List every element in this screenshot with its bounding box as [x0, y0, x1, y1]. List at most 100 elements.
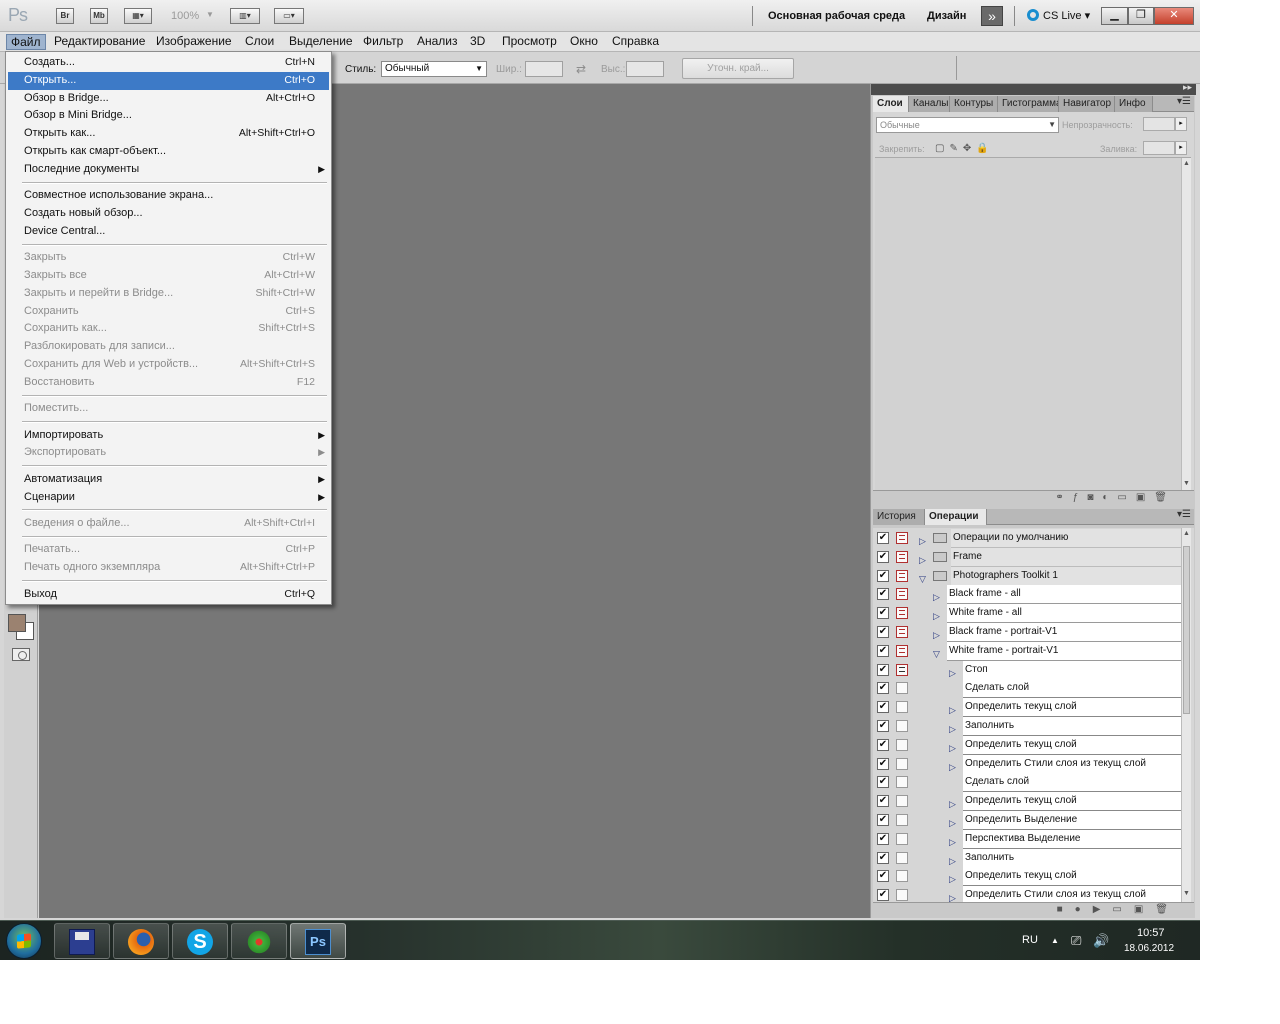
action-row[interactable]: ✔ ▷ Frame: [873, 547, 1181, 567]
tab-navigator[interactable]: Навигатор: [1059, 96, 1115, 112]
menu-image[interactable]: Изображение: [152, 34, 236, 50]
toggle-dialog-icon[interactable]: [896, 814, 908, 826]
tab-histogram[interactable]: Гистограмма: [998, 96, 1059, 112]
action-row[interactable]: ✔ ▷ Black frame - portrait-V1: [873, 623, 1181, 642]
toggle-item-checkbox[interactable]: ✔: [877, 870, 889, 883]
toggle-dialog-icon[interactable]: [896, 795, 908, 808]
actions-scrollbar[interactable]: ▲ ▼: [1181, 528, 1191, 902]
menu-layers[interactable]: Слои: [241, 34, 278, 50]
layers-list[interactable]: ▲ ▼: [875, 157, 1191, 492]
toggle-dialog-icon[interactable]: [896, 569, 908, 582]
menu-file[interactable]: Файл: [6, 34, 46, 50]
scroll-up-icon[interactable]: ▲: [1182, 530, 1191, 540]
menu-analysis[interactable]: Анализ: [413, 34, 462, 50]
toggle-item-checkbox[interactable]: ✔: [877, 607, 889, 620]
action-row[interactable]: ✔ ▽ White frame - portrait-V1: [873, 641, 1181, 661]
toggle-dialog-icon[interactable]: [896, 889, 908, 902]
action-row[interactable]: ✔ ▷ Определить текущ слой: [873, 735, 1181, 755]
arrange-documents-icon[interactable]: ▥▾: [230, 8, 260, 24]
tab-channels[interactable]: Каналы: [909, 96, 950, 112]
clock-date[interactable]: 18.06.2012: [1124, 943, 1174, 954]
fill-arrow-icon[interactable]: ▸: [1175, 141, 1187, 155]
bridge-button[interactable]: Br: [56, 8, 74, 24]
quick-mask-icon[interactable]: [12, 648, 30, 661]
toggle-dialog-icon[interactable]: [896, 776, 908, 789]
file-menu-item[interactable]: Открыть как... Alt+Shift+Ctrl+O: [8, 125, 329, 143]
fill-input[interactable]: [1143, 141, 1175, 155]
action-row[interactable]: ✔ ▷ Определить текущ слой: [873, 792, 1181, 812]
action-row[interactable]: ✔ ▷ Определить Выделение: [873, 811, 1181, 830]
restore-button[interactable]: ❐: [1128, 7, 1154, 25]
close-button[interactable]: ✕: [1154, 7, 1194, 25]
toggle-item-checkbox[interactable]: ✔: [877, 663, 889, 676]
menu-filter[interactable]: Фильтр: [359, 34, 407, 50]
toggle-item-checkbox[interactable]: ✔: [877, 588, 889, 601]
toggle-item-checkbox[interactable]: ✔: [877, 757, 889, 770]
tab-paths[interactable]: Контуры: [950, 96, 998, 112]
toggle-dialog-icon[interactable]: [896, 588, 908, 601]
workspace-design[interactable]: Дизайн: [927, 10, 966, 22]
toggle-dialog-icon[interactable]: [896, 720, 908, 732]
swap-icon[interactable]: ⇄: [576, 62, 586, 76]
toggle-item-checkbox[interactable]: ✔: [877, 720, 889, 732]
toggle-dialog-icon[interactable]: [896, 832, 908, 845]
collapse-icon[interactable]: ▸▸: [1183, 82, 1192, 93]
width-input[interactable]: [525, 61, 563, 77]
minimize-button[interactable]: ▁: [1101, 7, 1128, 25]
toggle-dialog-icon[interactable]: [896, 644, 908, 657]
mini-bridge-button[interactable]: Mb: [90, 8, 108, 24]
zoom-dropdown-icon[interactable]: ▼: [206, 10, 214, 19]
file-menu-item[interactable]: Обзор в Mini Bridge...: [8, 107, 329, 125]
screen-mode-icon[interactable]: ▭▾: [274, 8, 304, 24]
toggle-dialog-icon[interactable]: [896, 607, 908, 620]
height-input[interactable]: [626, 61, 664, 77]
toggle-item-checkbox[interactable]: ✔: [877, 889, 889, 902]
toggle-dialog-icon[interactable]: [896, 663, 908, 676]
action-row[interactable]: ✔ ▷ Определить текущ слой: [873, 867, 1181, 887]
menu-select[interactable]: Выделение: [285, 34, 357, 50]
toggle-item-checkbox[interactable]: ✔: [877, 626, 889, 638]
show-hidden-icons-icon[interactable]: ▲: [1051, 936, 1059, 945]
actions-panel-footer[interactable]: ■●▶▭▣🗑: [873, 902, 1194, 918]
action-row[interactable]: ✔ ▷ Определить Стили слоя из текущ слой: [873, 754, 1181, 774]
toggle-dialog-icon[interactable]: [896, 757, 908, 770]
toggle-item-checkbox[interactable]: ✔: [877, 701, 889, 714]
file-menu-item[interactable]: Сценарии ▶: [8, 489, 329, 507]
file-menu-item[interactable]: Автоматизация ▶: [8, 471, 329, 489]
scroll-up-icon[interactable]: ▲: [1182, 160, 1191, 170]
action-row[interactable]: ✔ ▷ Определить текущ слой: [873, 698, 1181, 718]
toggle-item-checkbox[interactable]: ✔: [877, 532, 889, 544]
tab-layers[interactable]: Слои: [873, 96, 909, 112]
toggle-dialog-icon[interactable]: [896, 870, 908, 883]
taskbar-floppy-app[interactable]: [54, 923, 110, 959]
file-menu-item[interactable]: Выход Ctrl+Q: [8, 586, 329, 604]
zoom-level[interactable]: 100%: [171, 10, 199, 22]
tab-history[interactable]: История: [873, 509, 925, 525]
file-menu-item[interactable]: Импортировать ▶: [8, 427, 329, 445]
action-row[interactable]: ✔ Сделать слой: [873, 773, 1181, 793]
toggle-dialog-icon[interactable]: [896, 682, 908, 695]
toggle-dialog-icon[interactable]: [896, 626, 908, 638]
action-row[interactable]: ✔ ▷ Операции по умолчанию: [873, 529, 1181, 548]
action-row[interactable]: ✔ Сделать слой: [873, 679, 1181, 699]
tab-info[interactable]: Инфо: [1115, 96, 1153, 112]
action-row[interactable]: ✔ ▷ Black frame - all: [873, 585, 1181, 605]
toggle-item-checkbox[interactable]: ✔: [877, 776, 889, 789]
toggle-item-checkbox[interactable]: ✔: [877, 550, 889, 563]
file-menu-item[interactable]: Совместное использование экрана...: [8, 187, 329, 205]
menu-help[interactable]: Справка: [608, 34, 663, 50]
taskbar-icq[interactable]: [231, 923, 287, 959]
cs-live-menu[interactable]: CS Live ▾: [1027, 9, 1090, 22]
clock-time[interactable]: 10:57: [1137, 927, 1165, 939]
foreground-color-swatch[interactable]: [8, 614, 26, 632]
taskbar-photoshop[interactable]: Ps: [290, 923, 346, 959]
toggle-item-checkbox[interactable]: ✔: [877, 795, 889, 808]
action-row[interactable]: ✔ ▽ Photographers Toolkit 1: [873, 566, 1181, 586]
volume-icon[interactable]: 🔊: [1093, 933, 1109, 949]
menu-window[interactable]: Окно: [566, 34, 602, 50]
taskbar-firefox[interactable]: [113, 923, 169, 959]
file-menu-item[interactable]: Device Central...: [8, 223, 329, 241]
scroll-down-icon[interactable]: ▼: [1182, 480, 1191, 490]
action-row[interactable]: ✔ ▷ Заполнить: [873, 717, 1181, 736]
toggle-item-checkbox[interactable]: ✔: [877, 738, 889, 751]
